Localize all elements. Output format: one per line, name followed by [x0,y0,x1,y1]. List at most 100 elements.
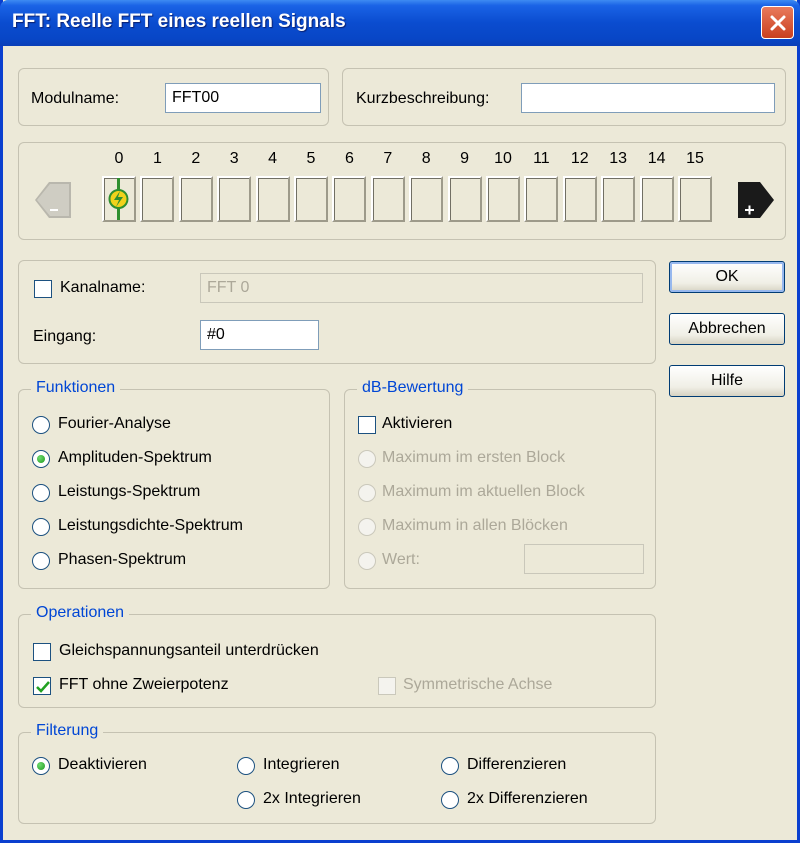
label-2x-integrieren: 2x Integrieren [263,790,361,807]
radio-maximum-im-aktuellen-block[interactable] [358,484,376,502]
funktionen-legend: Funktionen [31,379,121,397]
channel-slot-2[interactable] [178,176,213,222]
window-title: FFT: Reelle FFT eines reellen Signals [12,11,346,32]
operationen-legend: Operationen [31,604,130,622]
channel-slot-13[interactable] [601,176,636,222]
channel-number-3: 3 [229,150,239,167]
radio-amplituden-spektrum[interactable] [32,450,50,468]
label-leistungs-spektrum: Leistungs-Spektrum [58,483,201,500]
channel-slot-7[interactable] [370,176,405,222]
ok-button[interactable]: OK [669,261,785,293]
help-button[interactable]: Hilfe [669,365,785,397]
kurzbeschreibung-input[interactable] [521,83,775,113]
channel-slot-4[interactable] [255,176,290,222]
channel-number-7: 7 [383,150,393,167]
aktivieren-checkbox[interactable] [358,416,376,434]
title-bar[interactable]: FFT: Reelle FFT eines reellen Signals [0,0,800,46]
channel-settings-panel: Kanalname: FFT 0 Eingang: #0 [18,260,656,364]
kanalname-checkbox[interactable] [34,280,52,298]
kurzbeschreibung-panel: Kurzbeschreibung: [342,68,786,126]
channel-number-14: 14 [647,150,666,167]
radio-maximum-im-ersten-block[interactable] [358,450,376,468]
channel-number-8: 8 [421,150,431,167]
channel-number-0: 0 [114,150,124,167]
radio-leistungs-spektrum[interactable] [32,484,50,502]
channel-next-button[interactable] [738,176,774,224]
label-wert: Wert: [382,551,420,568]
kanalname-input[interactable]: FFT 0 [200,273,643,303]
radio-wert[interactable] [358,552,376,570]
label-amplituden-spektrum: Amplituden-Spektrum [58,449,212,466]
label-differenzieren: Differenzieren [467,756,567,773]
dialog-window: FFT: Reelle FFT eines reellen Signals Mo… [0,0,800,843]
channel-number-9: 9 [460,150,470,167]
channel-slot-12[interactable] [562,176,597,222]
channel-slot-3[interactable] [217,176,252,222]
channel-number-13: 13 [609,150,628,167]
funktionen-group: Funktionen Fourier-Analyse Amplituden-Spe… [18,379,330,589]
channel-number-15: 15 [686,150,704,167]
label-integrieren: Integrieren [263,756,340,773]
label-maximum-in-allen-blöcken: Maximum in allen Blöcken [382,517,568,534]
modulname-input[interactable]: FFT00 [165,83,321,113]
eingang-label: Eingang: [33,328,97,345]
label-leistungsdichte-spektrum: Leistungsdichte-Spektrum [58,517,243,534]
channel-number-2: 2 [191,150,201,167]
gleichspannung-checkbox[interactable] [33,643,51,661]
channel-slot-10[interactable] [486,176,520,222]
kanalname-label: Kanalname: [60,279,146,296]
label-maximum-im-ersten-block: Maximum im ersten Block [382,449,566,466]
operationen-group: Operationen Gleichspannungsanteil unterd… [18,604,656,708]
filterung-group: Filterung Deaktivieren Integrieren Differe… [18,722,656,824]
channel-slot-9[interactable] [447,176,482,222]
channel-number-1: 1 [152,150,162,167]
minus-arrow-left-icon [35,182,71,218]
channel-slot-0[interactable] [102,176,136,222]
channel-number-10: 10 [494,150,512,167]
radio-deaktivieren[interactable] [32,757,50,775]
close-icon [770,15,786,31]
modulname-panel: Modulname: FFT00 [18,68,329,126]
channel-slot-6[interactable] [332,176,367,222]
channel-number-11: 11 [533,150,550,167]
radio-differenzieren[interactable] [441,757,459,775]
kurzbeschreibung-label: Kurzbeschreibung: [356,90,490,107]
radio-integrieren[interactable] [237,757,255,775]
radio-phasen-spektrum[interactable] [32,552,50,570]
channel-number-5: 5 [306,150,316,167]
fft-ohne-zweierpotenz-label: FFT ohne Zweierpotenz [59,676,229,693]
channel-number-6: 6 [344,150,354,167]
cancel-button[interactable]: Abbrechen [669,313,785,345]
eingang-input[interactable]: #0 [200,320,319,350]
channel-number-12: 12 [570,150,589,167]
label-phasen-spektrum: Phasen-Spektrum [58,551,187,568]
plus-arrow-right-icon [738,182,774,218]
lightning-icon [108,178,129,220]
filterung-legend: Filterung [31,722,104,740]
channel-prev-button[interactable] [35,176,71,224]
aktivieren-label: Aktivieren [382,415,453,432]
radio-fourier-analyse[interactable] [32,416,50,434]
check-mark-icon [36,681,50,693]
label-maximum-im-aktuellen-block: Maximum im aktuellen Block [382,483,585,500]
channel-slot-15[interactable] [678,176,712,222]
channel-number-4: 4 [268,150,278,167]
channel-slot-8[interactable] [409,176,444,222]
radio-maximum-in-allen-blöcken[interactable] [358,518,376,536]
modulname-label: Modulname: [31,90,120,107]
symmetrische-achse-checkbox[interactable] [378,677,396,695]
channel-slot-14[interactable] [639,176,674,222]
close-button[interactable] [761,6,794,39]
channel-slot-1[interactable] [140,176,175,222]
radio-leistungsdichte-spektrum[interactable] [32,518,50,536]
radio-2x-integrieren[interactable] [237,791,255,809]
label-2x-differenzieren: 2x Differenzieren [467,790,588,807]
channel-slot-5[interactable] [294,176,328,222]
fft-ohne-zweierpotenz-checkbox[interactable] [33,677,51,695]
label-deaktivieren: Deaktivieren [58,756,147,773]
symmetrische-achse-label: Symmetrische Achse [403,676,553,693]
channel-slot-11[interactable] [524,176,559,222]
radio-2x-differenzieren[interactable] [441,791,459,809]
db-wert-input[interactable] [524,544,644,574]
label-fourier-analyse: Fourier-Analyse [58,415,171,432]
